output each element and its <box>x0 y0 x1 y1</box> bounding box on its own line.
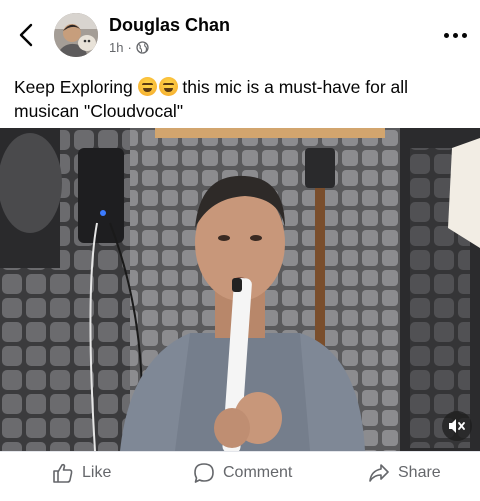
share-label: Share <box>398 464 441 481</box>
comment-button[interactable]: Comment <box>193 462 292 484</box>
dot-icon <box>453 32 458 38</box>
avatar-photo <box>54 13 98 57</box>
dot-icon <box>462 32 467 38</box>
mute-button[interactable] <box>442 411 472 441</box>
post-video[interactable] <box>0 128 480 451</box>
globe-icon <box>136 41 149 54</box>
post-meta: 1h · <box>109 40 149 55</box>
share-arrow-icon <box>369 464 389 482</box>
comment-bubble-icon <box>194 463 214 483</box>
post-text-start: Keep Exploring <box>14 77 138 97</box>
speaker-muted-icon <box>449 419 465 433</box>
comment-label: Comment <box>223 464 293 481</box>
post-time[interactable]: 1h <box>109 40 123 55</box>
post-action-bar: Like Comment Share <box>0 451 480 501</box>
post-header: Douglas Chan 1h · <box>0 0 480 64</box>
avatar[interactable] <box>54 13 98 57</box>
thumbs-up-icon <box>53 463 73 483</box>
author-name[interactable]: Douglas Chan <box>109 15 230 36</box>
grinning-squinting-face-icon <box>158 77 178 96</box>
like-label: Like <box>82 464 112 481</box>
like-button[interactable]: Like <box>52 462 111 484</box>
video-frame <box>0 128 480 451</box>
dot-icon <box>444 32 449 38</box>
chevron-left-icon <box>19 23 33 47</box>
grinning-squinting-face-icon <box>137 77 157 96</box>
more-options-button[interactable] <box>444 28 468 42</box>
post-text: Keep Exploring this mic is a must-have f… <box>14 75 466 123</box>
share-button[interactable]: Share <box>368 462 441 484</box>
back-button[interactable] <box>14 20 40 50</box>
